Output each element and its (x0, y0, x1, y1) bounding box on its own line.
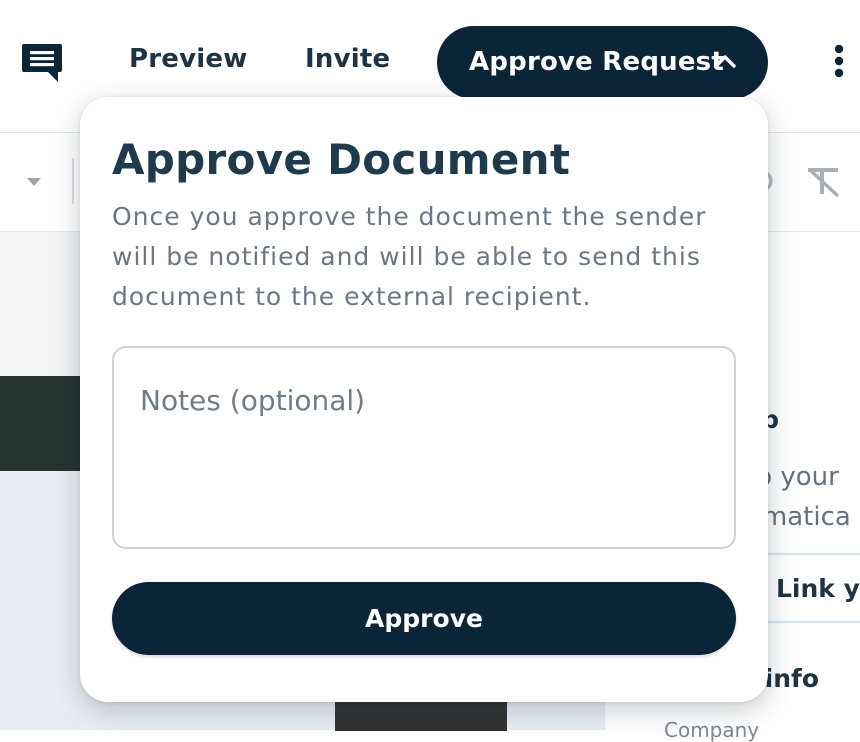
approve-request-button[interactable]: Approve Request (437, 26, 768, 99)
approve-request-label: Approve Request (469, 47, 724, 77)
chevron-up-icon (714, 55, 736, 68)
more-options-icon[interactable] (826, 43, 852, 83)
preview-link[interactable]: Preview (129, 44, 247, 74)
chat-bubble-icon[interactable] (20, 40, 64, 84)
popover-title: Approve Document (112, 135, 571, 184)
invite-link[interactable]: Invite (305, 44, 390, 74)
link-button-label: Link yo (776, 574, 860, 603)
popover-description: Once you approve the document the sender… (112, 202, 707, 311)
notes-field[interactable] (112, 346, 736, 549)
side-panel-sub-label: Company (664, 718, 760, 742)
caret-down-icon[interactable] (24, 176, 44, 188)
approve-document-popover: Approve Document Once you approve the do… (80, 97, 768, 702)
toolbar-divider (72, 158, 74, 204)
document-dark-band (0, 376, 90, 471)
image-detail (335, 701, 507, 731)
approve-button[interactable]: Approve (112, 582, 736, 655)
clear-format-icon[interactable] (804, 164, 844, 200)
